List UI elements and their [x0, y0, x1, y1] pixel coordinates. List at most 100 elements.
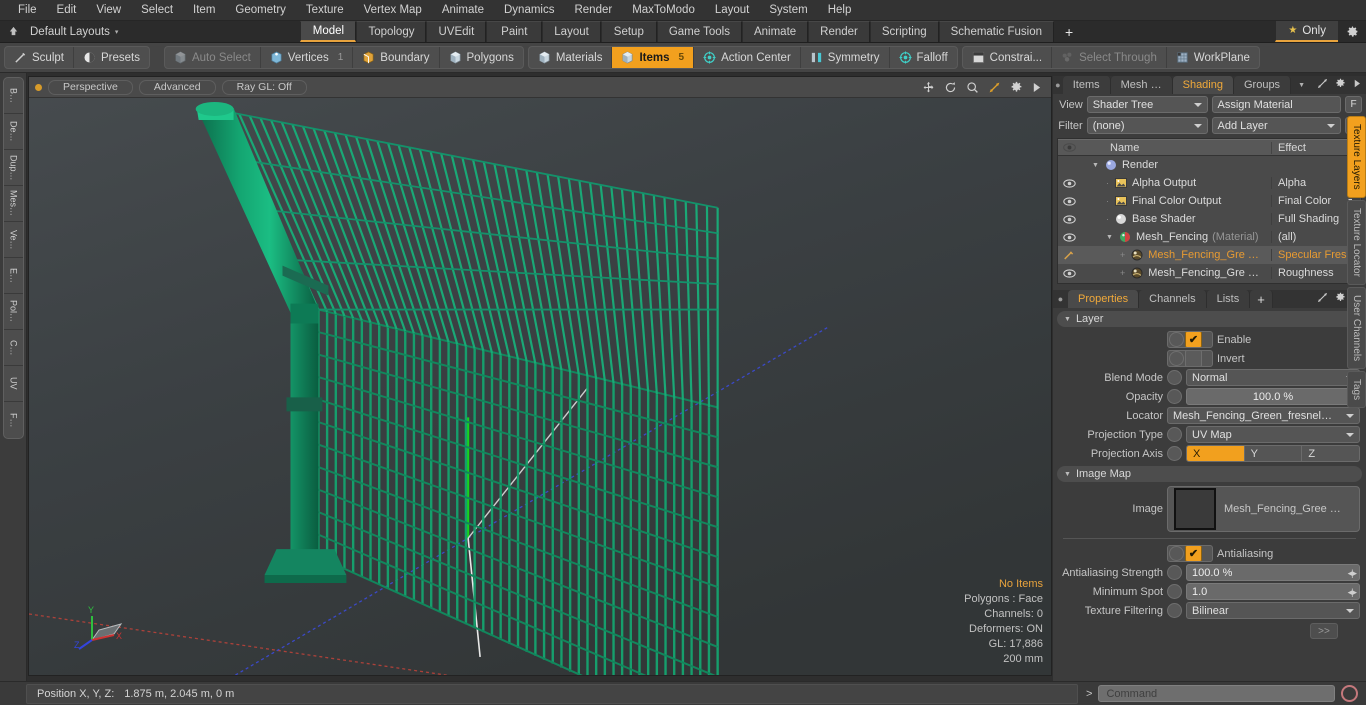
move-icon[interactable]: [922, 81, 935, 94]
mode-button-auto-select[interactable]: Auto Select: [165, 47, 261, 68]
left-tool-tab-0[interactable]: B…: [4, 78, 23, 114]
visibility-eye-icon[interactable]: [1058, 214, 1080, 224]
panel-menu-dot-icon[interactable]: ●: [1053, 76, 1063, 94]
shading-tab-mesh[interactable]: Mesh …: [1110, 76, 1173, 94]
left-tool-tab-6[interactable]: Pol…: [4, 294, 23, 330]
mode-button-action-center[interactable]: Action Center: [694, 47, 801, 68]
enable-knob[interactable]: [1169, 332, 1184, 347]
layout-tab-scripting[interactable]: Scripting: [869, 21, 939, 42]
projection-axis-segments[interactable]: XYZ: [1186, 445, 1360, 462]
left-tool-tab-3[interactable]: Mes…: [4, 186, 23, 222]
layout-tab-schematic-fusion[interactable]: Schematic Fusion: [938, 21, 1055, 42]
left-tool-tab-1[interactable]: De…: [4, 114, 23, 150]
properties-tab-properties[interactable]: Properties: [1068, 290, 1140, 308]
menu-item-render[interactable]: Render: [564, 0, 622, 21]
mode-button-items[interactable]: Items 5: [612, 47, 695, 68]
popout-icon[interactable]: [1317, 292, 1328, 306]
gear-icon[interactable]: [1010, 81, 1023, 94]
shader-f-button[interactable]: F: [1345, 96, 1362, 113]
default-layouts-dropdown[interactable]: Default Layouts ▾: [26, 21, 128, 42]
opacity-knob[interactable]: [1167, 389, 1182, 404]
shader-tree-row[interactable]: + Mesh_Fencing_Gre … Roughness: [1058, 264, 1361, 282]
antialiasing-checkbox[interactable]: ✔: [1185, 546, 1202, 561]
menu-item-maxtomodo[interactable]: MaxToModo: [622, 0, 705, 21]
viewport-canvas[interactable]: No Items Polygons : Face Channels: 0 Def…: [29, 98, 1051, 675]
left-tool-tab-7[interactable]: C…: [4, 330, 23, 366]
menu-item-select[interactable]: Select: [131, 0, 183, 21]
mode-button-materials[interactable]: Materials: [529, 47, 613, 68]
add-layout-tab-button[interactable]: +: [1054, 21, 1085, 42]
aa-strength-field[interactable]: 100.0 % ◂|▸: [1186, 564, 1360, 581]
layout-tab-topology[interactable]: Topology: [356, 21, 427, 42]
enable-toggle[interactable]: ✔: [1167, 331, 1213, 348]
viewport-projection-button[interactable]: Perspective: [48, 79, 133, 95]
vertical-tab-texture-layers[interactable]: Texture Layers: [1347, 116, 1366, 198]
menu-item-view[interactable]: View: [86, 0, 131, 21]
menu-item-item[interactable]: Item: [183, 0, 225, 21]
rotate-icon[interactable]: [944, 81, 957, 94]
assign-material-button[interactable]: Assign Material: [1211, 96, 1342, 113]
mode-button-polygons[interactable]: Polygons: [440, 47, 523, 68]
antialiasing-toggle[interactable]: ✔: [1167, 545, 1213, 562]
menu-item-help[interactable]: Help: [818, 0, 862, 21]
gear-icon[interactable]: [1335, 78, 1346, 92]
projection-axis-y[interactable]: Y: [1245, 446, 1303, 461]
viewport-shading-button[interactable]: Advanced: [138, 79, 216, 95]
shader-tree-row[interactable]: · Base Shader Full Shading: [1058, 210, 1361, 228]
projection-type-knob[interactable]: [1167, 427, 1182, 442]
properties-tab-lists[interactable]: Lists: [1206, 290, 1251, 308]
min-spot-field[interactable]: 1.0 ◂|▸: [1186, 583, 1360, 600]
vertical-tab-user-channels[interactable]: User Channels: [1347, 286, 1366, 369]
enable-checkbox[interactable]: ✔: [1185, 332, 1202, 347]
add-layer-dropdown[interactable]: Add Layer: [1211, 117, 1342, 134]
image-dropdown[interactable]: Mesh_Fencing_Gree …: [1167, 486, 1360, 532]
shader-tree-row[interactable]: + Mesh_Fencing_Gre … Specular Fresn…: [1058, 246, 1361, 264]
left-tool-tab-2[interactable]: Dup…: [4, 150, 23, 186]
visibility-eye-icon[interactable]: [1058, 178, 1080, 188]
properties-tab-channels[interactable]: Channels: [1139, 290, 1207, 308]
play-icon[interactable]: [1353, 79, 1361, 91]
home-icon[interactable]: [0, 21, 26, 42]
fit-icon[interactable]: [988, 81, 1001, 94]
layout-tab-paint[interactable]: Paint: [486, 21, 543, 42]
layer-section-header[interactable]: ▼ Layer: [1057, 311, 1362, 327]
viewport-menu-dot-icon[interactable]: [35, 83, 42, 91]
locator-dropdown[interactable]: Mesh_Fencing_Green_fresnel…: [1167, 407, 1360, 424]
menu-item-dynamics[interactable]: Dynamics: [494, 0, 564, 21]
shader-tree-row[interactable]: · Final Color Output Final Color: [1058, 192, 1361, 210]
left-tool-tab-9[interactable]: F…: [4, 402, 23, 438]
aa-strength-knob[interactable]: [1167, 565, 1182, 580]
min-spot-knob[interactable]: [1167, 584, 1182, 599]
3d-viewport[interactable]: Perspective Advanced Ray GL: Off No Item…: [28, 76, 1052, 676]
invert-knob[interactable]: [1169, 351, 1184, 366]
menu-item-vertex-map[interactable]: Vertex Map: [354, 0, 432, 21]
projection-type-dropdown[interactable]: UV Map: [1186, 426, 1360, 443]
viewport-raygl-button[interactable]: Ray GL: Off: [221, 79, 307, 95]
layout-tab-layout[interactable]: Layout: [542, 21, 601, 42]
menu-item-texture[interactable]: Texture: [296, 0, 354, 21]
visibility-eye-icon[interactable]: [1058, 196, 1080, 206]
only-toggle-button[interactable]: ★ Only: [1275, 21, 1338, 42]
shader-view-dropdown[interactable]: Shader Tree: [1086, 96, 1208, 113]
texture-filtering-knob[interactable]: [1167, 603, 1182, 618]
visibility-eye-icon[interactable]: [1058, 268, 1080, 278]
blend-mode-dropdown[interactable]: Normal: [1186, 369, 1360, 386]
vertical-tab-tags[interactable]: Tags: [1347, 370, 1366, 408]
menu-item-geometry[interactable]: Geometry: [225, 0, 296, 21]
chevron-down-icon[interactable]: ▼: [1291, 76, 1312, 94]
texture-filtering-dropdown[interactable]: Bilinear: [1186, 602, 1360, 619]
shading-tab-groups[interactable]: Groups: [1233, 76, 1292, 94]
tree-expander-icon[interactable]: ▼: [1092, 162, 1099, 169]
mode-button-constrai[interactable]: Constrai...: [963, 47, 1053, 68]
mode-button-vertices[interactable]: Vertices 1: [261, 47, 354, 68]
left-tool-tab-5[interactable]: E…: [4, 258, 23, 294]
projection-axis-knob[interactable]: [1167, 446, 1182, 461]
layout-tab-game-tools[interactable]: Game Tools: [656, 21, 742, 42]
shading-tab-shading[interactable]: Shading: [1172, 76, 1234, 94]
antialiasing-knob[interactable]: [1169, 546, 1184, 561]
image-map-section-header[interactable]: ▼ Image Map: [1057, 466, 1362, 482]
projection-axis-z[interactable]: Z: [1302, 446, 1359, 461]
mode-button-select-through[interactable]: Select Through: [1052, 47, 1167, 68]
record-icon[interactable]: [1341, 685, 1358, 702]
invert-toggle[interactable]: ✔: [1167, 350, 1213, 367]
